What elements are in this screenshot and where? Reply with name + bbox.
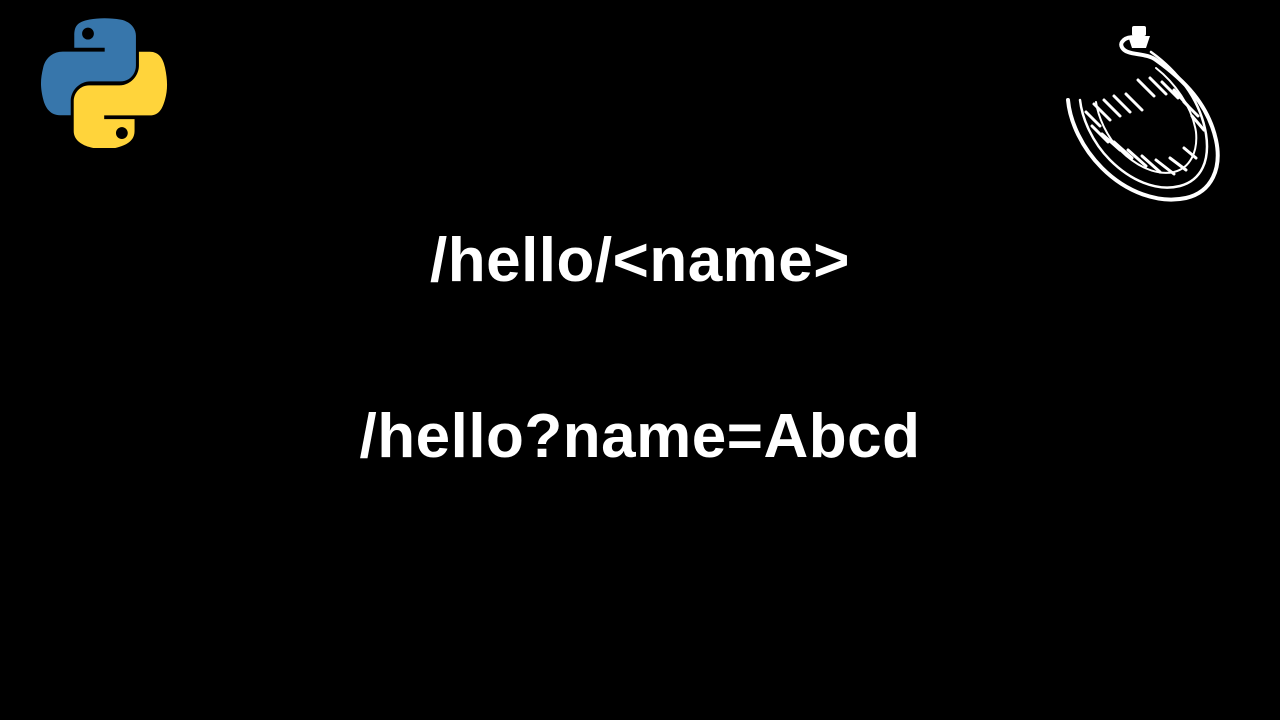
content-area: /hello/<name> /hello?name=Abcd (0, 225, 1280, 472)
route-query-param: /hello?name=Abcd (0, 401, 1280, 472)
flask-logo-icon (1036, 22, 1236, 222)
slide: /hello/<name> /hello?name=Abcd (0, 0, 1280, 720)
python-logo-icon (40, 18, 170, 148)
route-path-param: /hello/<name> (0, 225, 1280, 296)
